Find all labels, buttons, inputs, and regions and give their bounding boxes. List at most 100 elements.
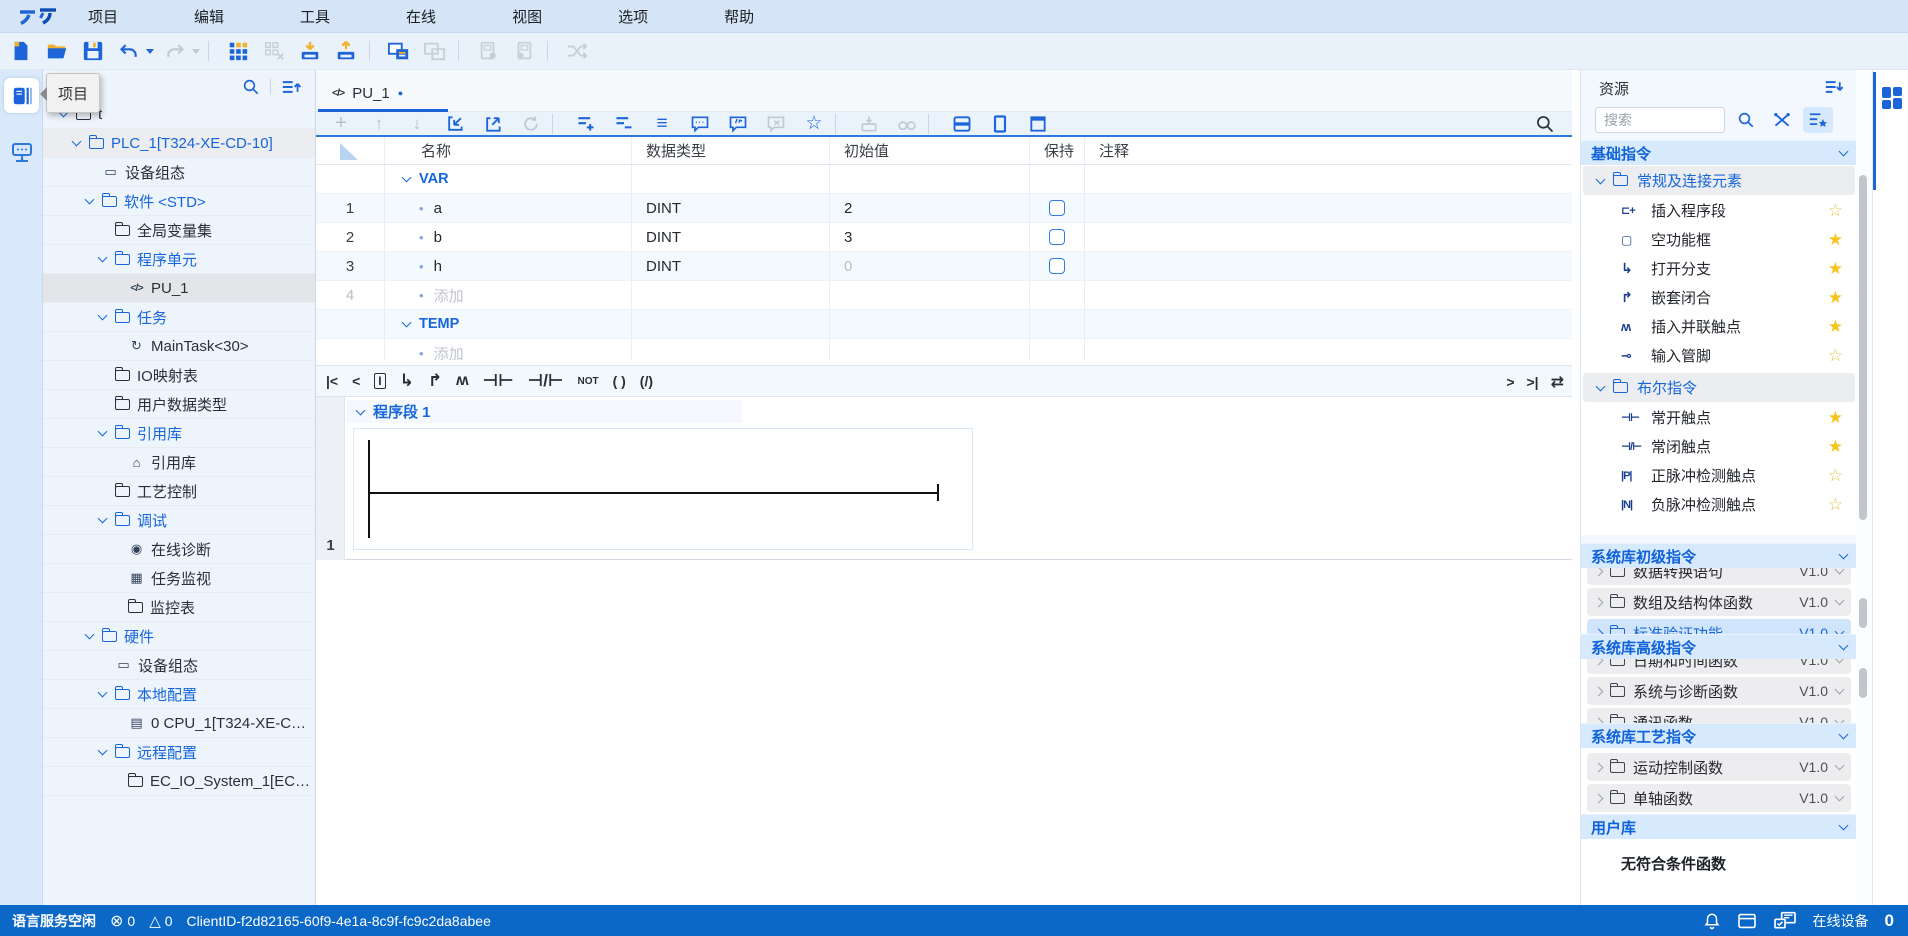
network-canvas[interactable] (353, 428, 973, 550)
lib-system-diagnosis[interactable]: 系统与诊断函数 V1.0 (1587, 677, 1851, 705)
empty-box-icon[interactable]: I (374, 373, 386, 389)
tree-item-remote-config[interactable]: 远程配置 (43, 738, 315, 767)
menu-options[interactable]: 选项 (618, 6, 648, 27)
tree-item-process-control[interactable]: 工艺控制 (43, 477, 315, 506)
new-project-icon[interactable] (6, 36, 36, 66)
datatype-cell[interactable]: DINT (632, 194, 830, 222)
initvalue-cell[interactable]: 0 (830, 252, 1030, 280)
datatype-cell[interactable]: DINT (632, 252, 830, 280)
library-grid-icon[interactable] (223, 36, 253, 66)
tree-item-hardware[interactable]: 硬件 (43, 622, 315, 651)
tree-collapse-all-icon[interactable] (281, 78, 301, 96)
split-view-icon[interactable] (949, 113, 975, 135)
favorite-star-icon[interactable]: ☆ (1828, 495, 1843, 515)
lib-date-time[interactable]: 日期和时间函数 V1.0 (1587, 659, 1851, 674)
menu-tools[interactable]: 工具 (300, 6, 330, 27)
tree-item-tasks[interactable]: 任务 (43, 303, 315, 332)
tree-item-global-vars[interactable]: 全局变量集 (43, 216, 315, 245)
output-window-icon[interactable] (1737, 913, 1757, 929)
tree-item-watch-table[interactable]: 监控表 (43, 593, 315, 622)
select-all-corner[interactable] (316, 137, 385, 164)
download-to-plc-icon[interactable] (295, 36, 325, 66)
table-search-icon[interactable] (1532, 113, 1558, 135)
notification-bell-icon[interactable] (1703, 912, 1721, 930)
menu-project[interactable]: 项目 (88, 6, 118, 27)
tree-item-program-units[interactable]: 程序单元 (43, 245, 315, 274)
tab-pu1[interactable]: </> PU_1 ● (318, 74, 448, 112)
name-cell[interactable]: • b (385, 223, 632, 251)
add-var-row[interactable]: 4 • 添加 (316, 281, 1572, 310)
tree-search-icon[interactable] (242, 78, 260, 96)
container-view-icon[interactable] (1025, 113, 1051, 135)
res-item-p-contact[interactable]: |P| 正脉冲检测触点 ☆ (1581, 461, 1857, 490)
favorite-star-icon[interactable]: ★ (1828, 437, 1843, 457)
lib-standard-verify[interactable]: 标准验证功能 V1.0 (1587, 619, 1851, 634)
res-item-no-contact[interactable]: ⊣⊢ 常开触点 ★ (1581, 403, 1857, 432)
tree-item-libraries[interactable]: 引用库 (43, 419, 315, 448)
group-row-var[interactable]: VAR (316, 165, 1572, 194)
res-item-open-branch[interactable]: ↳ 打开分支 ★ (1581, 254, 1857, 283)
not-contact-icon[interactable]: NOT (577, 376, 598, 387)
coil-icon[interactable]: ( ) (613, 373, 626, 389)
comment-star-icon[interactable] (725, 113, 751, 135)
insert-network-icon[interactable] (573, 113, 599, 135)
section-user-library[interactable]: 用户库 (1581, 814, 1857, 839)
lib-single-axis[interactable]: 单轴函数 V1.0 (1587, 784, 1851, 812)
retain-checkbox[interactable] (1049, 258, 1065, 274)
tree-item-device-config[interactable]: ▭ 设备组态 (43, 158, 315, 187)
scrollbar-thumb[interactable] (1859, 598, 1867, 628)
chevron-down-icon[interactable] (401, 172, 412, 183)
save-icon[interactable] (78, 36, 108, 66)
name-cell[interactable]: • a (385, 194, 632, 222)
datatype-cell[interactable]: DINT (632, 223, 830, 251)
comment-cell[interactable] (1085, 252, 1572, 280)
menu-edit[interactable]: 编辑 (194, 6, 224, 27)
open-branch-icon[interactable]: ↳ (400, 371, 414, 391)
res-item-nc-contact[interactable]: ⊣/⊢ 常闭触点 ★ (1581, 432, 1857, 461)
tree-item-io-map[interactable]: IO映射表 (43, 361, 315, 390)
initvalue-cell[interactable]: 2 (830, 194, 1030, 222)
tree-item-cpu1[interactable]: ▤ 0 CPU_1[T324-XE-C… (43, 709, 315, 738)
menu-online[interactable]: 在线 (406, 6, 436, 27)
section-system-motion[interactable]: 系统库工艺指令 (1581, 723, 1857, 748)
parallel-contact-icon[interactable]: ʍ (456, 372, 468, 390)
favorites-filter-button[interactable] (1803, 107, 1833, 133)
resource-search-input[interactable] (1595, 107, 1725, 133)
scrollbar-thumb[interactable] (1859, 668, 1867, 698)
tree-item-library-ref[interactable]: ⌂ 引用库 (43, 448, 315, 477)
goto-previous-icon[interactable]: < (352, 373, 360, 389)
res-item-parallel-contact[interactable]: ʍ 插入并联触点 ★ (1581, 312, 1857, 341)
undo-dropdown-caret[interactable] (146, 48, 154, 54)
section-system-advanced[interactable]: 系统库高级指令 (1581, 634, 1857, 659)
tree-item-hw-device-config[interactable]: ▭ 设备组态 (43, 651, 315, 680)
favorite-star-icon[interactable]: ☆ (1828, 346, 1843, 366)
res-item-close-branch[interactable]: ↱ 嵌套闭合 ★ (1581, 283, 1857, 312)
goto-first-icon[interactable]: |< (326, 373, 338, 389)
group-boolean-instructions[interactable]: 布尔指令 (1583, 373, 1855, 402)
tree-item-software[interactable]: 软件 <STD> (43, 187, 315, 216)
tree-item-maintask[interactable]: ↻ MainTask<30> (43, 332, 315, 361)
goto-next-icon[interactable]: > (1506, 374, 1514, 390)
lib-motion-control[interactable]: 运动控制函数 V1.0 (1587, 753, 1851, 781)
group-general-elements[interactable]: 常规及连接元素 (1583, 166, 1855, 195)
contact-icon[interactable]: ⊣⊢ (483, 371, 514, 391)
lib-communication[interactable]: 通讯函数 V1.0 (1587, 708, 1851, 723)
scrollbar-thumb[interactable] (1859, 175, 1867, 520)
project-explorer-icon[interactable] (4, 78, 39, 113)
name-cell[interactable]: • h (385, 252, 632, 280)
comment-cell[interactable] (1085, 194, 1572, 222)
single-view-icon[interactable] (987, 113, 1013, 135)
favorite-star-icon[interactable]: ★ (1828, 317, 1843, 337)
res-item-empty-box[interactable]: ▢ 空功能框 ★ (1581, 225, 1857, 254)
tree-item-task-monitor[interactable]: ▦ 任务监视 (43, 564, 315, 593)
favorite-star-icon[interactable]: ★ (1828, 259, 1843, 279)
import-icon[interactable] (442, 113, 468, 135)
favorite-icon[interactable]: ☆ (801, 113, 827, 135)
resource-search-icon[interactable] (1731, 107, 1761, 133)
export-icon[interactable] (480, 113, 506, 135)
redo-icon[interactable] (160, 36, 190, 66)
chevron-down-icon[interactable] (355, 405, 366, 415)
lib-array-struct[interactable]: 数组及结构体函数 V1.0 (1587, 588, 1851, 616)
res-item-insert-network[interactable]: ⊏+ 插入程序段 ☆ (1581, 196, 1857, 225)
tree-item-local-config[interactable]: 本地配置 (43, 680, 315, 709)
